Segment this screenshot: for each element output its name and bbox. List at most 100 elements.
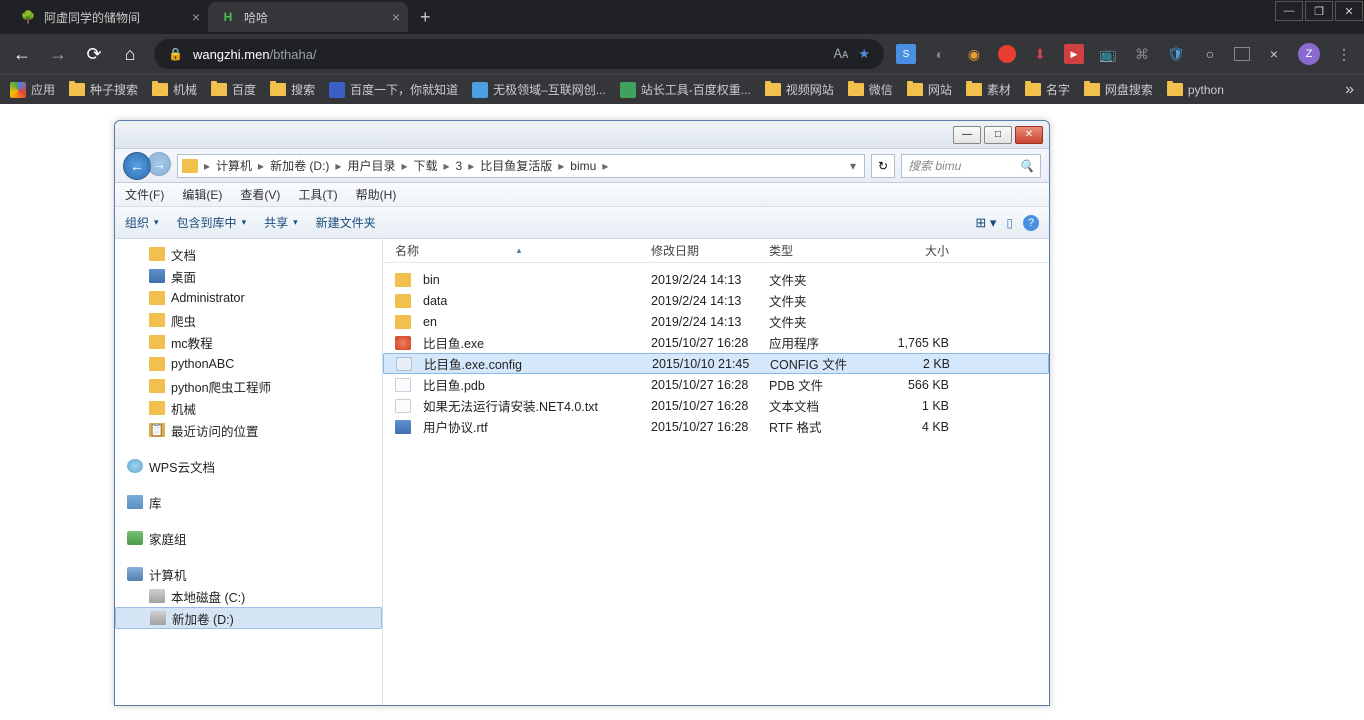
extension-icon[interactable]: 📺 <box>1098 44 1118 64</box>
tree-group[interactable]: 库 <box>115 491 382 513</box>
address-bar[interactable]: 🔒 wangzhi.men/bthaha/ 🗛 ★ <box>154 39 884 69</box>
file-row[interactable]: 比目鱼.exe2015/10/27 16:28应用程序1,765 KB <box>383 332 1049 353</box>
tree-item[interactable]: Administrator <box>115 287 382 309</box>
menu-file[interactable]: 文件(F) <box>125 186 164 203</box>
organize-button[interactable]: 组织 <box>125 214 159 231</box>
browser-tab[interactable]: H 哈哈 × <box>208 2 408 32</box>
tree-item[interactable]: pythonABC <box>115 353 382 375</box>
tree-item[interactable]: 本地磁盘 (C:) <box>115 585 382 607</box>
breadcrumb-item[interactable]: 用户目录 <box>343 157 399 174</box>
file-row[interactable]: bin2019/2/24 14:13文件夹 <box>383 269 1049 290</box>
tree-group[interactable]: 家庭组 <box>115 527 382 549</box>
close-icon[interactable]: × <box>392 9 400 25</box>
file-row[interactable]: 比目鱼.exe.config2015/10/10 21:45CONFIG 文件2… <box>383 353 1049 374</box>
extension-icon[interactable]: ○ <box>1200 44 1220 64</box>
bookmark-folder[interactable]: 视频网站 <box>765 81 834 98</box>
new-folder-button[interactable]: 新建文件夹 <box>316 214 376 231</box>
close-icon[interactable]: × <box>192 9 200 25</box>
breadcrumb-item[interactable]: 计算机 <box>212 157 256 174</box>
column-name[interactable]: 名称▲ <box>395 242 651 259</box>
tree-item[interactable]: 文档 <box>115 243 382 265</box>
bookmark-link[interactable]: 百度一下，你就知道 <box>329 81 458 98</box>
extension-icon[interactable]: × <box>1264 44 1284 64</box>
breadcrumb-item[interactable]: 新加卷 (D:) <box>266 157 333 174</box>
include-button[interactable]: 包含到库中 <box>177 214 247 231</box>
extension-icon[interactable]: ⌘ <box>1132 44 1152 64</box>
bookmark-folder[interactable]: 种子搜索 <box>69 81 138 98</box>
bookmark-link[interactable]: 站长工具-百度权重... <box>620 81 751 98</box>
extension-icon[interactable] <box>998 45 1016 63</box>
breadcrumb-item[interactable]: 3 <box>452 159 467 173</box>
tree-item[interactable]: python爬虫工程师 <box>115 375 382 397</box>
home-button[interactable]: ⌂ <box>118 44 142 65</box>
close-window-button[interactable]: ✕ <box>1335 1 1363 21</box>
breadcrumb-item[interactable]: 比目鱼复活版 <box>476 157 556 174</box>
refresh-button[interactable]: ↻ <box>871 154 895 178</box>
navigation-tree[interactable]: 文档 桌面 Administrator 爬虫 mc教程 pythonABC py… <box>115 239 383 705</box>
minimize-button[interactable]: — <box>953 126 981 144</box>
tree-item-selected[interactable]: 新加卷 (D:) <box>115 607 382 629</box>
chevron-down-icon[interactable]: ▾ <box>850 159 860 173</box>
bookmarks-overflow[interactable]: » <box>1345 81 1354 99</box>
maximize-button[interactable]: □ <box>984 126 1012 144</box>
extension-icon[interactable]: S <box>896 44 916 64</box>
maximize-button[interactable]: ❐ <box>1305 1 1333 21</box>
menu-icon[interactable]: ⋮ <box>1334 44 1354 64</box>
new-tab-button[interactable]: + <box>408 7 443 28</box>
menu-edit[interactable]: 编辑(E) <box>182 186 222 203</box>
translate-icon[interactable]: 🗛 <box>834 46 849 62</box>
share-button[interactable]: 共享 <box>264 214 298 231</box>
bookmark-folder[interactable]: 网盘搜索 <box>1084 81 1153 98</box>
extension-icon[interactable]: ◐ <box>930 44 950 64</box>
back-button[interactable]: ← <box>10 44 34 65</box>
bookmark-folder[interactable]: 机械 <box>152 81 197 98</box>
preview-pane-button[interactable]: ▯ <box>1006 216 1013 230</box>
reload-button[interactable]: ⟳ <box>82 44 106 65</box>
tree-item[interactable]: mc教程 <box>115 331 382 353</box>
tree-group[interactable]: WPS云文档 <box>115 455 382 477</box>
search-input[interactable]: 搜索 bimu 🔍 <box>901 154 1041 178</box>
browser-tab[interactable]: 🌳 阿虚同学的储物间 × <box>8 2 208 32</box>
extension-icon[interactable]: 🛡 <box>1166 44 1186 64</box>
bookmark-folder[interactable]: 名字 <box>1025 81 1070 98</box>
file-row[interactable]: 用户协议.rtf2015/10/27 16:28RTF 格式4 KB <box>383 416 1049 437</box>
tree-group[interactable]: 计算机 <box>115 563 382 585</box>
column-date[interactable]: 修改日期 <box>651 242 769 259</box>
column-size[interactable]: 大小 <box>889 242 959 259</box>
bookmark-folder[interactable]: 微信 <box>848 81 893 98</box>
forward-button[interactable]: → <box>46 44 70 65</box>
bookmark-folder[interactable]: 搜索 <box>270 81 315 98</box>
help-button[interactable]: ? <box>1023 215 1039 231</box>
column-type[interactable]: 类型 <box>769 242 889 259</box>
tree-item[interactable]: 桌面 <box>115 265 382 287</box>
extension-icon[interactable]: ▶ <box>1064 44 1084 64</box>
file-row[interactable]: 如果无法运行请安装.NET4.0.txt2015/10/27 16:28文本文档… <box>383 395 1049 416</box>
extension-icon[interactable] <box>1234 47 1250 61</box>
menu-help[interactable]: 帮助(H) <box>356 186 397 203</box>
tree-item[interactable]: 机械 <box>115 397 382 419</box>
bookmark-folder[interactable]: 素材 <box>966 81 1011 98</box>
breadcrumb-item[interactable]: bimu <box>566 159 600 173</box>
window-titlebar[interactable]: — □ ✕ <box>115 121 1049 149</box>
star-icon[interactable]: ★ <box>858 46 870 62</box>
profile-avatar[interactable]: Z <box>1298 43 1320 65</box>
breadcrumb-item[interactable]: 下载 <box>409 157 441 174</box>
file-row[interactable]: data2019/2/24 14:13文件夹 <box>383 290 1049 311</box>
file-row[interactable]: 比目鱼.pdb2015/10/27 16:28PDB 文件566 KB <box>383 374 1049 395</box>
breadcrumb[interactable]: ▸ 计算机▸ 新加卷 (D:)▸ 用户目录▸ 下载▸ 3▸ 比目鱼复活版▸ bi… <box>177 154 865 178</box>
forward-button[interactable]: → <box>147 152 171 176</box>
bookmark-folder[interactable]: python <box>1167 83 1224 97</box>
extension-icon[interactable]: ◉ <box>964 44 984 64</box>
bookmark-link[interactable]: 无极领域–互联网创... <box>472 81 606 98</box>
file-row[interactable]: en2019/2/24 14:13文件夹 <box>383 311 1049 332</box>
bookmark-folder[interactable]: 网站 <box>907 81 952 98</box>
tree-item[interactable]: 📋最近访问的位置 <box>115 419 382 441</box>
minimize-button[interactable]: — <box>1275 1 1303 21</box>
extension-icon[interactable]: ⬇ <box>1030 44 1050 64</box>
close-button[interactable]: ✕ <box>1015 126 1043 144</box>
bookmark-apps[interactable]: 应用 <box>10 81 55 98</box>
tree-item[interactable]: 爬虫 <box>115 309 382 331</box>
menu-view[interactable]: 查看(V) <box>240 186 280 203</box>
bookmark-folder[interactable]: 百度 <box>211 81 256 98</box>
menu-tools[interactable]: 工具(T) <box>298 186 337 203</box>
